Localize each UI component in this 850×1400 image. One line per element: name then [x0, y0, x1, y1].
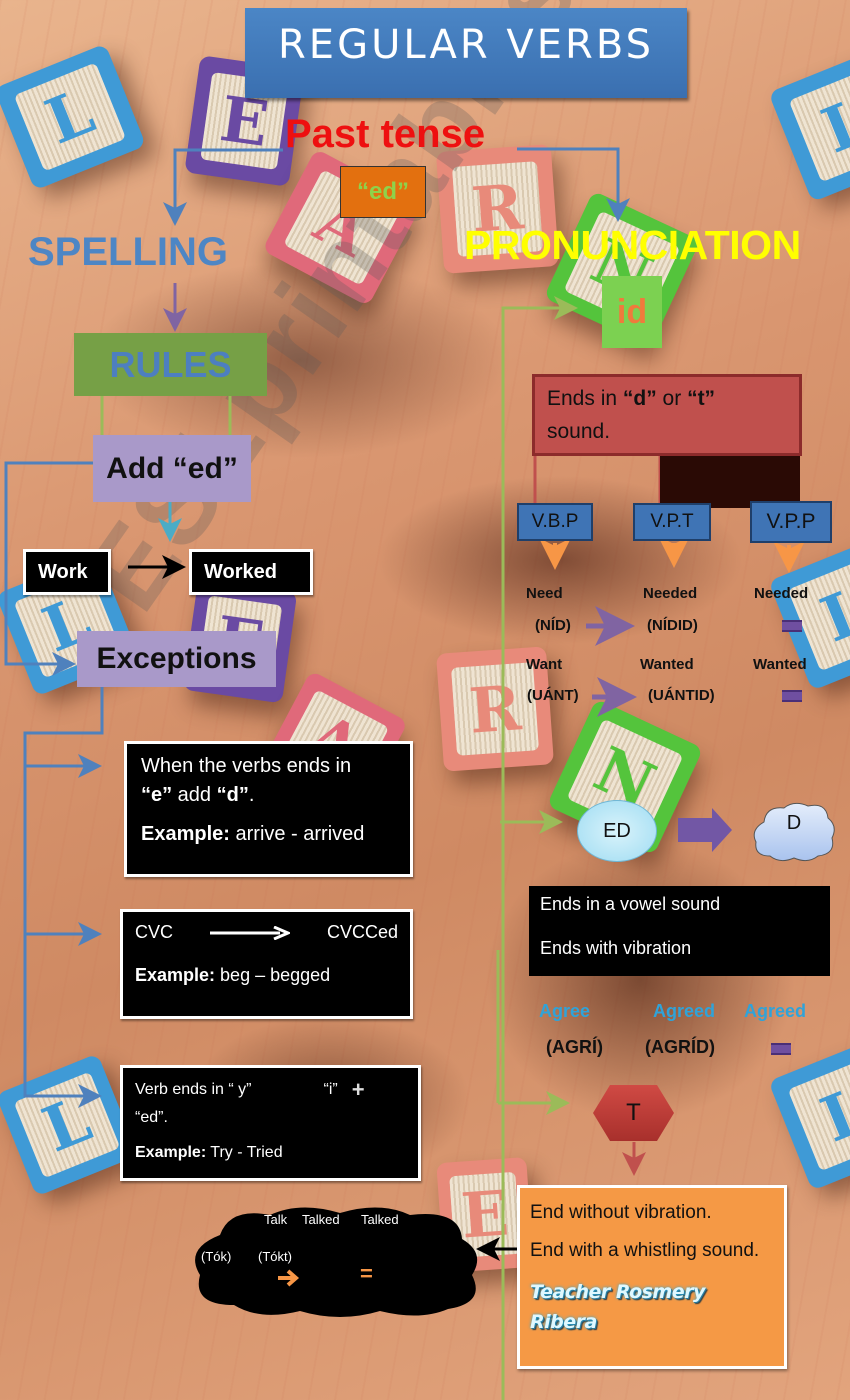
verb-past: Wanted	[640, 656, 694, 673]
rule-text: End without vibration.	[530, 1202, 712, 1223]
example-text: arrive - arrived	[229, 823, 365, 845]
page-title: REGULAR VERBS	[245, 8, 687, 98]
rule-text: add	[172, 784, 217, 806]
verb-past-phonetic: (UÁNTID)	[648, 687, 715, 704]
rules-box: RULES	[74, 333, 267, 396]
t-example-participle: Talked	[361, 1212, 399, 1227]
verb-base-phonetic: (NÍD)	[535, 617, 571, 634]
verb-participle: Wanted	[753, 656, 807, 673]
t-example-past-phonetic: (Tókt)	[258, 1249, 292, 1264]
verb-past: Needed	[643, 585, 698, 602]
d-label: D	[786, 812, 802, 834]
verb-base: Need	[526, 585, 563, 602]
past-tense-heading: Past tense	[285, 112, 486, 156]
add-ed-box: Add “ed”	[93, 435, 251, 502]
verb-past: Agreed	[653, 1001, 716, 1021]
verb-past-phonetic: (AGRÍD)	[645, 1037, 715, 1057]
d-cloud: D	[752, 800, 836, 862]
cvcced-label: CVCCed	[326, 922, 398, 942]
equals-icon: =	[360, 1261, 373, 1286]
orange-arrow-icon	[278, 1269, 300, 1287]
spelling-heading: SPELLING	[28, 230, 229, 274]
rule-letter: “t”	[687, 387, 716, 410]
t-example-base-phonetic: (Tók)	[201, 1249, 232, 1264]
exception-rule-y: Verb ends in “ y” “i” + “ed”. Example: T…	[120, 1065, 421, 1181]
id-sound-box: id	[602, 276, 662, 348]
rule-text: sound.	[547, 419, 611, 443]
t-rule-box: End without vibration. End with a whistl…	[517, 1185, 787, 1369]
letter-block-L-right: L	[768, 47, 850, 203]
verb-base: Want	[526, 656, 563, 673]
equals-icon	[782, 690, 802, 702]
example-base-word: Work	[23, 549, 111, 595]
rule-text: End with a whistling sound.	[530, 1240, 760, 1262]
equals-icon	[771, 1043, 791, 1055]
rule-text: Ends in	[547, 387, 623, 410]
exception-rule-cvc: CVC CVCCed Example: beg – begged	[120, 909, 413, 1019]
pronunciation-heading: PRONUNCIATION	[464, 222, 801, 268]
verb-base: Agree	[539, 1001, 591, 1021]
d-rule-box: Ends in a vowel sound Ends with vibratio…	[529, 886, 830, 976]
example-label: Example:	[135, 1144, 207, 1162]
id-rule-box: Ends in “d” or “t” sound.	[532, 374, 802, 456]
verb-past-phonetic: (NÍDID)	[647, 617, 698, 634]
example-text: Try - Tried	[206, 1144, 283, 1162]
arrow-right-icon	[209, 925, 290, 940]
equals-icon	[782, 620, 802, 632]
example-label: Example:	[135, 965, 216, 985]
letter-block-L-3: L	[0, 1053, 139, 1197]
verb-participle: Needed	[754, 585, 809, 602]
example-text: beg – begged	[215, 965, 331, 985]
example-past-word: Worked	[189, 549, 313, 595]
cvc-label: CVC	[135, 922, 174, 942]
exception-rule-e: When the verbs ends in “e” add “d”. Exam…	[124, 741, 413, 877]
rule-text: Ends with vibration	[540, 937, 692, 958]
rule-text: “ed”.	[135, 1108, 168, 1126]
column-tag-vpt: V.P.T	[633, 503, 711, 541]
letter-block-L: L	[0, 43, 147, 191]
letter-block-L-right-3: L	[768, 1037, 850, 1191]
rule-letter: “e”	[141, 784, 173, 806]
verb-participle: Agreed	[744, 1001, 807, 1021]
rule-letter: “i”	[323, 1081, 338, 1099]
rule-text: When the verbs ends in	[141, 755, 352, 777]
exceptions-box: Exceptions	[77, 631, 276, 687]
rule-letter: “d”	[622, 387, 657, 410]
author-signature: Teacher Rosmery Ribera	[530, 1280, 705, 1334]
verb-base-phonetic: (AGRÍ)	[546, 1037, 603, 1057]
t-sound-hexagon: T	[592, 1084, 675, 1142]
rule-text: or	[656, 387, 688, 410]
example-label: Example:	[141, 823, 230, 845]
column-tag-vpp: V.P.P	[750, 501, 832, 543]
rule-text: Ends in a vowel sound	[540, 894, 721, 914]
t-example-base: Talk	[264, 1212, 288, 1227]
rule-letter: “d”	[216, 784, 249, 806]
arrow-ed-to-d	[678, 808, 732, 852]
ed-suffix-box: “ed”	[340, 166, 426, 218]
verb-base-phonetic: (UÁNT)	[527, 687, 579, 704]
t-example-past: Talked	[302, 1212, 340, 1227]
rule-text: Verb ends in “ y”	[135, 1081, 252, 1099]
plus-icon: +	[351, 1077, 365, 1102]
column-tag-vbp: V.B.P	[517, 503, 593, 541]
ed-ellipse: ED	[577, 800, 657, 862]
t-example-cloud: Talk Talked Talked (Tók) (Tókt) =	[190, 1205, 480, 1317]
rule-text: .	[248, 784, 255, 806]
t-label: T	[626, 1099, 641, 1126]
